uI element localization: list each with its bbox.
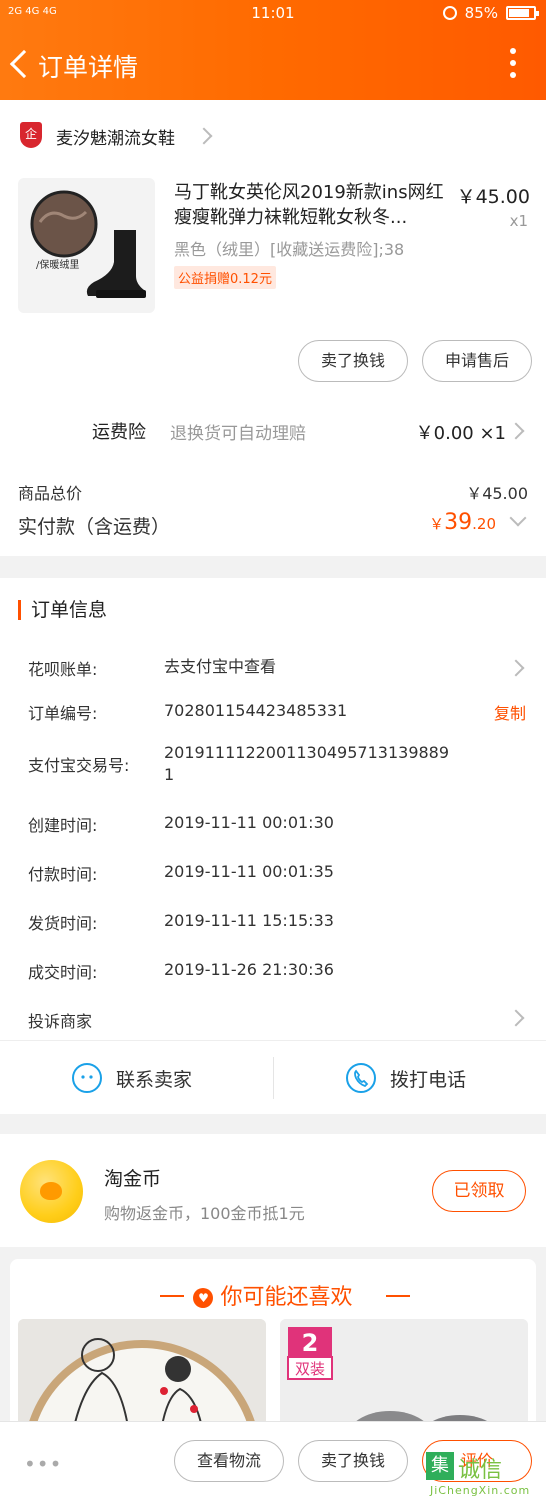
- contact-seller-button[interactable]: 联系卖家: [72, 1041, 192, 1115]
- watermark-url: JiChengXin.com: [430, 1484, 531, 1497]
- coins-desc: 购物返金币，100金币抵1元: [104, 1204, 305, 1223]
- shop-name[interactable]: 麦汐魅潮流女鞋: [56, 124, 175, 149]
- recommend-section: ♥ 你可能还喜欢 2 双装: [0, 1247, 546, 1459]
- info-value: 2019-11-11 15:15:33: [164, 911, 334, 930]
- info-label: 成交时间:: [28, 963, 98, 982]
- title-deco-right: [386, 1295, 410, 1297]
- charity-tag: 公益捐赠0.12元: [174, 266, 276, 289]
- more-dots-icon[interactable]: •••: [24, 1452, 62, 1476]
- recommend-title: ♥ 你可能还喜欢: [10, 1279, 536, 1311]
- badge-number: 2: [302, 1329, 319, 1357]
- status-right: 85%: [442, 4, 539, 22]
- info-label: 订单编号:: [28, 704, 98, 723]
- paid-amount: ￥39.20: [429, 510, 496, 535]
- info-value: 2019-11-11 00:01:35: [164, 862, 334, 881]
- battery-percent: 85%: [464, 4, 498, 22]
- gold-coin-icon: [20, 1160, 83, 1223]
- call-button[interactable]: 拨打电话: [346, 1041, 466, 1115]
- divider: [273, 1057, 274, 1099]
- watermark-logo: 集: [426, 1452, 454, 1480]
- app-header: 2G 4G 4G 11:01 85% 订单详情: [0, 0, 546, 100]
- coins-title: 淘金币: [104, 1168, 162, 1190]
- chevron-right-icon: [195, 127, 213, 145]
- watermark-text: 诚信: [458, 1458, 503, 1483]
- page-title: 订单详情: [38, 53, 139, 82]
- insurance-value: ￥0.00 ×1: [415, 423, 506, 444]
- status-bar: 2G 4G 4G 11:01 85%: [0, 0, 546, 30]
- sell-exchange-button[interactable]: 卖了换钱: [298, 340, 408, 382]
- site-watermark: 集 诚信 JiChengXin.com: [422, 1452, 542, 1498]
- order-info-title: 订单信息: [18, 600, 107, 620]
- product-title[interactable]: 马丁靴女英伦风2019新款ins网红瘦瘦靴弹力袜靴短靴女秋冬...: [174, 180, 449, 230]
- info-label: 创建时间:: [28, 816, 98, 835]
- heart-icon: ♥: [193, 1288, 214, 1308]
- goods-total-value: ￥45.00: [466, 484, 528, 503]
- product-price: ￥45.00: [456, 186, 530, 208]
- call-label: 拨打电话: [390, 1068, 467, 1091]
- complain-label[interactable]: 投诉商家: [28, 1008, 92, 1032]
- phone-icon: [346, 1063, 376, 1093]
- order-card: 企 麦汐魅潮流女鞋 /保暖绒里 马丁靴女英伦风2019新款ins网红瘦瘦靴弹力袜…: [0, 100, 546, 556]
- info-value: 2019-11-26 21:30:36: [164, 960, 334, 979]
- contact-seller-label: 联系卖家: [116, 1068, 193, 1091]
- recommend-title-text: 你可能还喜欢: [220, 1285, 353, 1310]
- badge-text: 双装: [295, 1360, 325, 1378]
- info-value: 2019-11-11 00:01:30: [164, 813, 334, 832]
- order-info-card: 订单信息 花呗账单: 去支付宝中查看 订单编号: 702801154423485…: [0, 578, 546, 1114]
- insurance-label: 运费险: [92, 422, 146, 443]
- paid-label: 实付款（含运费）: [18, 516, 171, 538]
- goods-total-label: 商品总价: [18, 484, 83, 503]
- info-label: 花呗账单:: [28, 660, 98, 679]
- info-value[interactable]: 去支付宝中查看: [164, 656, 456, 678]
- chevron-right-icon: [507, 422, 525, 440]
- product-sku: 黑色（绒里）[收藏送运费险];38: [174, 240, 405, 259]
- coins-card: 淘金币 购物返金币，100金币抵1元 已领取: [0, 1134, 546, 1247]
- after-sale-button[interactable]: 申请售后: [422, 340, 532, 382]
- insurance-desc: 退换货可自动理赔: [170, 424, 306, 444]
- info-label: 发货时间:: [28, 914, 98, 933]
- product-image-caption: /保暖绒里: [36, 258, 79, 271]
- product-quantity: x1: [509, 212, 528, 230]
- info-value: 702801154423485331: [164, 701, 348, 720]
- chevron-right-icon: [507, 1009, 525, 1027]
- paid-currency: ￥: [429, 515, 445, 533]
- contact-row: 联系卖家 拨打电话: [0, 1040, 546, 1114]
- shop-row[interactable]: 企 麦汐魅潮流女鞋: [0, 100, 546, 170]
- alarm-icon: [442, 6, 457, 20]
- chevron-down-icon[interactable]: [509, 509, 527, 527]
- product-image[interactable]: /保暖绒里: [18, 178, 155, 313]
- sell-button[interactable]: 卖了换钱: [298, 1440, 408, 1482]
- back-icon[interactable]: [9, 49, 39, 79]
- copy-button[interactable]: 复制: [494, 700, 526, 724]
- paid-integer: 39: [444, 510, 473, 535]
- nav-bar: 订单详情: [0, 38, 546, 94]
- battery-icon: [506, 6, 539, 20]
- info-label: 付款时间:: [28, 865, 98, 884]
- info-label: 支付宝交易号:: [28, 756, 130, 775]
- shop-badge-icon: 企: [20, 122, 42, 148]
- more-icon[interactable]: [510, 48, 516, 78]
- coins-claimed-button[interactable]: 已领取: [432, 1170, 526, 1212]
- info-value: 20191111220011304957131398891: [164, 743, 450, 784]
- chat-face-icon: [72, 1063, 102, 1093]
- chevron-right-icon: [507, 659, 525, 677]
- paid-decimal: .20: [472, 515, 496, 533]
- view-logistics-button[interactable]: 查看物流: [174, 1440, 284, 1482]
